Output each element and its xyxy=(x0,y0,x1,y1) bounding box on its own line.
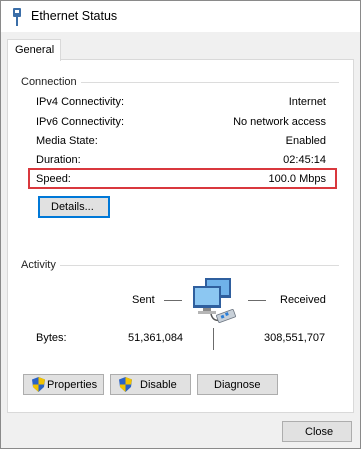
details-button[interactable]: Details... xyxy=(38,196,110,218)
close-button[interactable]: Close xyxy=(282,421,352,442)
media-state-value: Enabled xyxy=(285,135,326,147)
ipv6-value: No network access xyxy=(233,116,326,128)
activity-divider xyxy=(213,328,214,350)
duration-label: Duration: xyxy=(36,154,81,166)
speed-value: 100.0 Mbps xyxy=(268,173,326,185)
diagnose-button-label: Diagnose xyxy=(214,379,261,391)
general-tab-panel xyxy=(7,59,354,413)
connection-heading: Connection xyxy=(21,76,81,88)
bytes-label: Bytes: xyxy=(36,332,67,344)
sent-connector-line xyxy=(164,300,182,301)
ipv4-label: IPv4 Connectivity: xyxy=(36,96,125,108)
ethernet-status-window: Ethernet Status General Connection IPv4 … xyxy=(0,0,361,449)
speed-label: Speed: xyxy=(36,173,71,185)
details-button-label: Details... xyxy=(51,201,94,213)
uac-shield-icon xyxy=(32,377,45,392)
close-button-label: Close xyxy=(305,426,334,438)
window-title: Ethernet Status xyxy=(31,9,118,23)
ipv4-value: Internet xyxy=(288,96,326,108)
diagnose-button[interactable]: Diagnose xyxy=(197,374,278,395)
activity-group-divider xyxy=(21,265,339,266)
sent-label: Sent xyxy=(132,294,155,306)
properties-button-label: Properties xyxy=(47,379,98,391)
uac-shield-icon xyxy=(119,377,132,392)
received-label: Received xyxy=(280,294,326,306)
bytes-received-value: 308,551,707 xyxy=(264,332,326,344)
disable-button[interactable]: Disable xyxy=(110,374,191,395)
received-connector-line xyxy=(248,300,266,301)
bytes-sent-value: 51,361,084 xyxy=(128,332,184,344)
tab-general[interactable]: General xyxy=(7,39,61,61)
activity-heading: Activity xyxy=(21,259,60,271)
media-state-label: Media State: xyxy=(36,135,98,147)
ethernet-title-icon xyxy=(13,8,21,26)
properties-button[interactable]: Properties xyxy=(23,374,104,395)
duration-value: 02:45:14 xyxy=(283,154,326,166)
ipv6-label: IPv6 Connectivity: xyxy=(36,116,125,128)
tab-general-label: General xyxy=(15,44,55,56)
disable-button-label: Disable xyxy=(140,379,177,391)
title-bar[interactable]: Ethernet Status xyxy=(1,1,360,32)
network-computers-icon xyxy=(193,278,236,323)
